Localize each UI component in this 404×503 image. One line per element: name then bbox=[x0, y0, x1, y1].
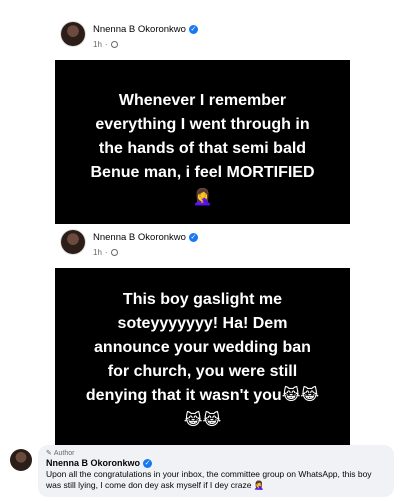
image-line: Benue man, i feel MORTIFIED bbox=[90, 163, 315, 181]
post-2: Nnenna B Okoronkwo ✓ 1h · This boy gasli… bbox=[55, 224, 350, 451]
image-line: 😹😹 bbox=[183, 409, 222, 429]
author-badge-label: Author bbox=[53, 449, 75, 457]
post-header: Nnenna B Okoronkwo ✓ 1h · bbox=[55, 224, 350, 268]
timestamp[interactable]: 1h bbox=[93, 40, 102, 49]
post-meta: 1h · bbox=[93, 40, 118, 49]
author-name[interactable]: Nnenna B Okoronkwo ✓ bbox=[93, 24, 198, 35]
post-image[interactable]: Whenever I remember everything I went th… bbox=[55, 60, 350, 237]
author-badge: ✎ Author bbox=[46, 449, 386, 458]
image-line: for church, you were still bbox=[107, 362, 298, 380]
avatar[interactable] bbox=[61, 230, 85, 254]
image-line: denying that it wasn't you😹😹 bbox=[85, 386, 320, 404]
image-line: announce your wedding ban bbox=[94, 338, 311, 356]
facepalm-emoji: 🤦‍♀️ bbox=[192, 186, 213, 206]
timestamp[interactable]: 1h bbox=[93, 248, 102, 257]
avatar[interactable] bbox=[61, 22, 85, 46]
avatar[interactable] bbox=[10, 449, 32, 471]
post-meta: 1h · bbox=[93, 248, 118, 257]
image-text: Whenever I remember everything I went th… bbox=[90, 89, 314, 209]
verified-badge-icon: ✓ bbox=[188, 25, 198, 34]
image-line: soteyyyyyyy! Ha! Dem bbox=[117, 314, 288, 332]
comment-text: Upon all the congratulations in your inb… bbox=[46, 469, 372, 490]
comment-bubble: ✎ Author Nnenna B Okoronkwo ✓ Upon all t… bbox=[38, 445, 394, 497]
image-line: everything I went through in bbox=[95, 115, 310, 133]
globe-icon bbox=[110, 41, 118, 48]
image-line: Whenever I remember bbox=[118, 91, 287, 109]
globe-icon bbox=[110, 249, 118, 256]
comment-author-text[interactable]: Nnenna B Okoronkwo bbox=[46, 458, 140, 468]
author-name-text[interactable]: Nnenna B Okoronkwo bbox=[93, 24, 186, 35]
pencil-icon: ✎ bbox=[46, 450, 52, 457]
comment-author[interactable]: Nnenna B Okoronkwo ✓ bbox=[46, 458, 386, 468]
image-text: This boy gaslight me soteyyyyyyy! Ha! De… bbox=[86, 288, 319, 432]
post-1: Nnenna B Okoronkwo ✓ 1h · Whenever I rem… bbox=[55, 16, 350, 237]
author-name-text[interactable]: Nnenna B Okoronkwo bbox=[93, 232, 186, 243]
author-name[interactable]: Nnenna B Okoronkwo ✓ bbox=[93, 232, 198, 243]
image-line: This boy gaslight me bbox=[122, 290, 283, 308]
verified-badge-icon: ✓ bbox=[143, 458, 153, 468]
post-header: Nnenna B Okoronkwo ✓ 1h · bbox=[55, 16, 350, 60]
verified-badge-icon: ✓ bbox=[188, 233, 198, 242]
image-line: the hands of that semi bald bbox=[98, 139, 307, 157]
post-image[interactable]: This boy gaslight me soteyyyyyyy! Ha! De… bbox=[55, 268, 350, 451]
